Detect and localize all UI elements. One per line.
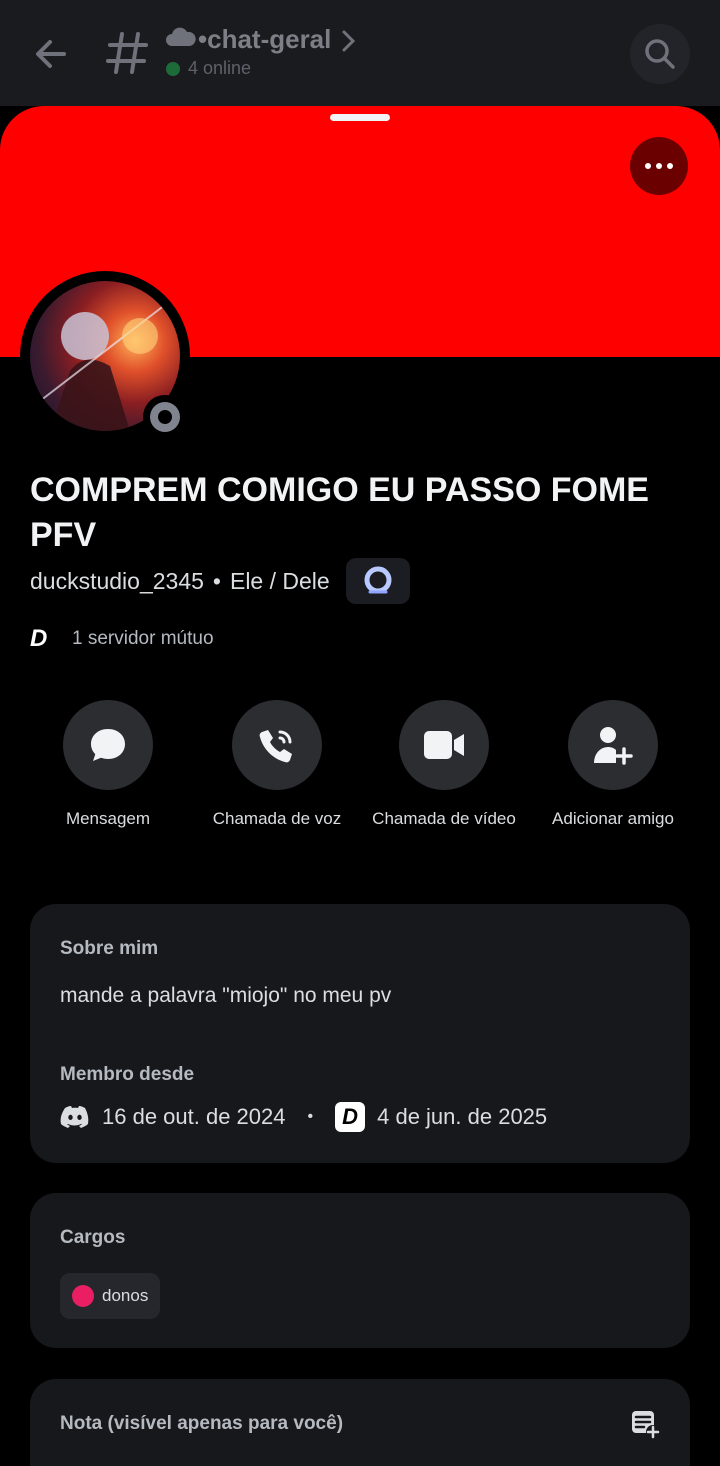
chevron-right-icon <box>340 28 358 54</box>
profile-sheet: COMPREM COMIGO EU PASSO FOME PFV duckstu… <box>0 106 720 1466</box>
voice-call-action[interactable]: Chamada de voz <box>192 700 362 831</box>
discord-member-since: 16 de out. de 2024 <box>102 1104 286 1129</box>
more-dot-icon <box>645 163 651 169</box>
add-friend-label: Adicionar amigo <box>552 809 674 828</box>
phone-call-icon <box>259 730 292 763</box>
role-chip[interactable]: donos <box>60 1273 161 1319</box>
username[interactable]: duckstudio_2345 <box>30 568 204 595</box>
roles-title: Cargos <box>60 1227 126 1248</box>
role-color-icon <box>72 1285 94 1307</box>
video-call-button[interactable] <box>399 700 489 790</box>
more-dot-icon <box>667 163 673 169</box>
more-options-button[interactable] <box>630 137 688 195</box>
display-name: COMPREM COMIGO EU PASSO FOME PFV <box>30 471 649 554</box>
voice-call-button[interactable] <box>232 700 322 790</box>
online-count: 4 online <box>188 58 252 78</box>
video-call-label: Chamada de vídeo <box>372 809 516 828</box>
search-button[interactable] <box>630 24 690 84</box>
message-icon <box>91 729 125 761</box>
video-call-action[interactable]: Chamada de vídeo <box>359 700 529 831</box>
role-name: donos <box>102 1286 149 1305</box>
chat-header: •chat-geral 4 online <box>0 0 720 106</box>
add-friend-icon <box>594 727 633 765</box>
roles-card: Cargos donos <box>30 1193 690 1348</box>
username-row: duckstudio_2345 • Ele / Dele <box>30 558 410 604</box>
note-title: Nota (visível apenas para você) <box>60 1413 344 1434</box>
offline-status-icon <box>150 402 180 432</box>
search-icon <box>645 39 675 69</box>
note-card[interactable]: Nota (visível apenas para você) <box>30 1379 690 1466</box>
video-camera-icon <box>424 731 464 759</box>
cloud-emoji-icon <box>166 26 196 52</box>
server-icon: D <box>335 1102 366 1132</box>
about-card: Sobre mim mande a palavra "miojo" no meu… <box>30 904 690 1163</box>
arrow-left-icon <box>36 40 66 68</box>
server-d-icon: D <box>30 625 48 652</box>
add-friend-action[interactable]: Adicionar amigo <box>528 700 698 831</box>
separator-dot: • <box>212 567 221 594</box>
member-since-row: 16 de out. de 2024 • D 4 de jun. de 2025 <box>60 1102 547 1132</box>
add-friend-button[interactable] <box>568 700 658 790</box>
about-text: mande a palavra "miojo" no meu pv <box>60 984 392 1007</box>
laurel-badge-icon <box>364 566 392 594</box>
add-note-icon[interactable] <box>630 1409 660 1439</box>
discord-logo-icon <box>60 1105 90 1129</box>
channel-name[interactable]: •chat-geral <box>198 24 331 55</box>
message-label: Mensagem <box>65 809 151 828</box>
server-member-since: 4 de jun. de 2025 <box>377 1104 548 1129</box>
message-action[interactable]: Mensagem <box>23 700 193 831</box>
profile-badge[interactable] <box>345 558 410 604</box>
mutual-servers-label: 1 servidor mútuo <box>72 628 214 649</box>
pronouns: Ele / Dele <box>229 567 330 594</box>
back-button[interactable] <box>30 32 74 76</box>
drag-handle[interactable] <box>330 114 390 121</box>
about-title: Sobre mim <box>60 938 159 959</box>
mutual-servers[interactable]: D 1 servidor mútuo <box>30 626 214 652</box>
voice-call-label: Chamada de voz <box>212 809 342 828</box>
message-button[interactable] <box>63 700 153 790</box>
status-indicator <box>143 395 187 439</box>
more-dot-icon <box>656 163 662 169</box>
online-indicator <box>166 62 180 76</box>
hash-icon <box>106 28 150 78</box>
separator-dot: • <box>307 1108 314 1125</box>
member-since-title: Membro desde <box>60 1064 195 1085</box>
